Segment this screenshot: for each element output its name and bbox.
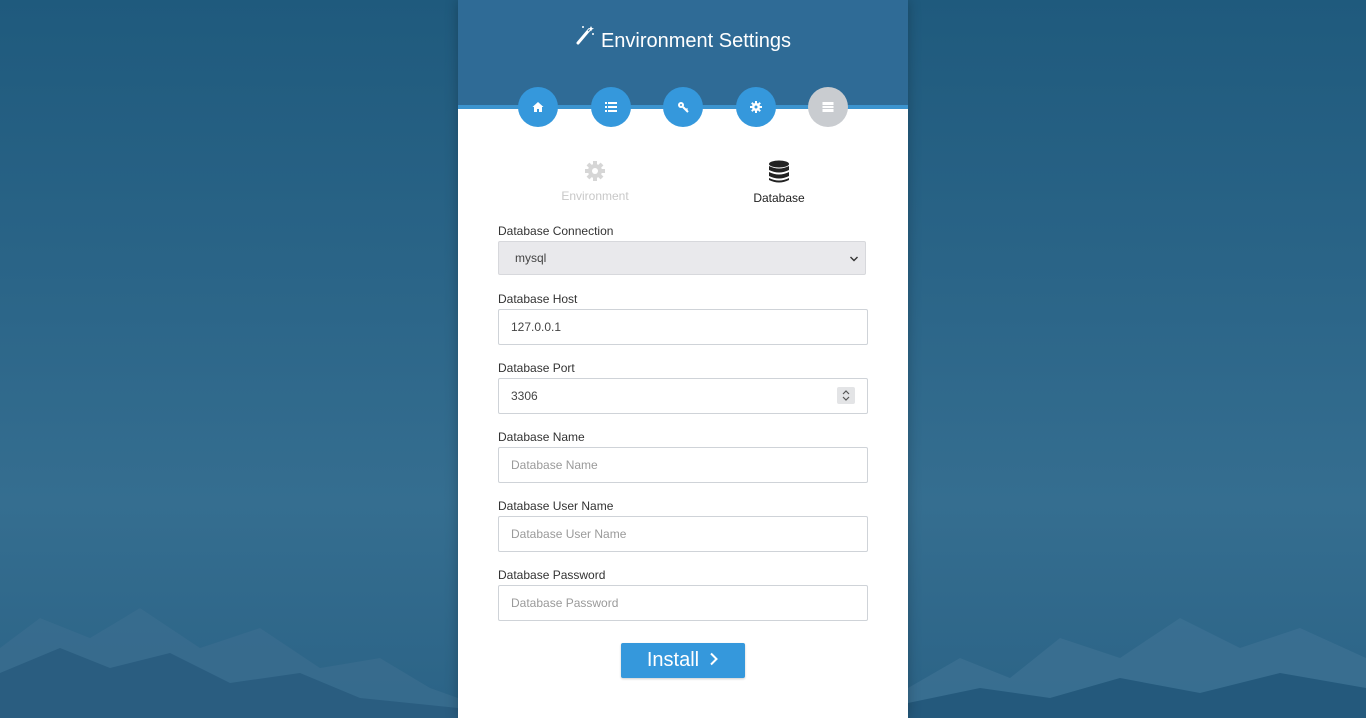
connection-label: Database Connection (498, 224, 614, 238)
gear-icon (750, 101, 762, 113)
tab-environment[interactable]: Environment (520, 160, 670, 203)
db-user-label: Database User Name (498, 499, 614, 513)
key-icon (678, 102, 689, 113)
gear-icon (585, 161, 605, 181)
database-password-input[interactable]: Database Password (498, 585, 868, 621)
step-home[interactable] (518, 87, 558, 127)
settings-tabs: Environment Database (498, 160, 868, 210)
database-port-input[interactable]: 3306 (498, 378, 868, 414)
chevron-right-icon (709, 649, 719, 672)
db-password-placeholder: Database Password (511, 596, 619, 610)
database-user-input[interactable]: Database User Name (498, 516, 868, 552)
db-user-placeholder: Database User Name (511, 527, 627, 541)
database-name-input[interactable]: Database Name (498, 447, 868, 483)
host-label: Database Host (498, 292, 578, 306)
port-stepper[interactable] (837, 387, 855, 404)
database-connection-select[interactable]: mysql (498, 241, 866, 275)
port-value: 3306 (511, 389, 538, 403)
step-permissions[interactable] (663, 87, 703, 127)
tab-database[interactable]: Database (704, 160, 854, 205)
step-requirements[interactable] (591, 87, 631, 127)
install-button[interactable]: Install (621, 643, 745, 678)
home-icon (532, 102, 544, 112)
installer-card: Environment Settings Environment Databas… (458, 0, 908, 718)
chevron-down-icon (850, 256, 858, 262)
database-host-input[interactable]: 127.0.0.1 (498, 309, 868, 345)
tab-database-label: Database (753, 191, 805, 205)
database-icon (769, 160, 789, 183)
db-name-label: Database Name (498, 430, 585, 444)
db-name-placeholder: Database Name (511, 458, 598, 472)
tab-environment-label: Environment (561, 189, 629, 203)
server-icon (822, 102, 834, 112)
page-title-text: Environment Settings (600, 30, 792, 52)
install-label: Install (646, 649, 700, 671)
list-icon (605, 102, 617, 112)
step-final[interactable] (808, 87, 848, 127)
stepper-arrows-icon (842, 390, 850, 401)
host-value: 127.0.0.1 (511, 320, 562, 334)
step-environment[interactable] (736, 87, 776, 127)
wizard-steps (458, 87, 908, 127)
magic-wand-icon (575, 25, 595, 52)
connection-value: mysql (515, 251, 547, 265)
db-password-label: Database Password (498, 568, 606, 582)
port-label: Database Port (498, 361, 575, 375)
page-title: Environment Settings (458, 25, 908, 55)
